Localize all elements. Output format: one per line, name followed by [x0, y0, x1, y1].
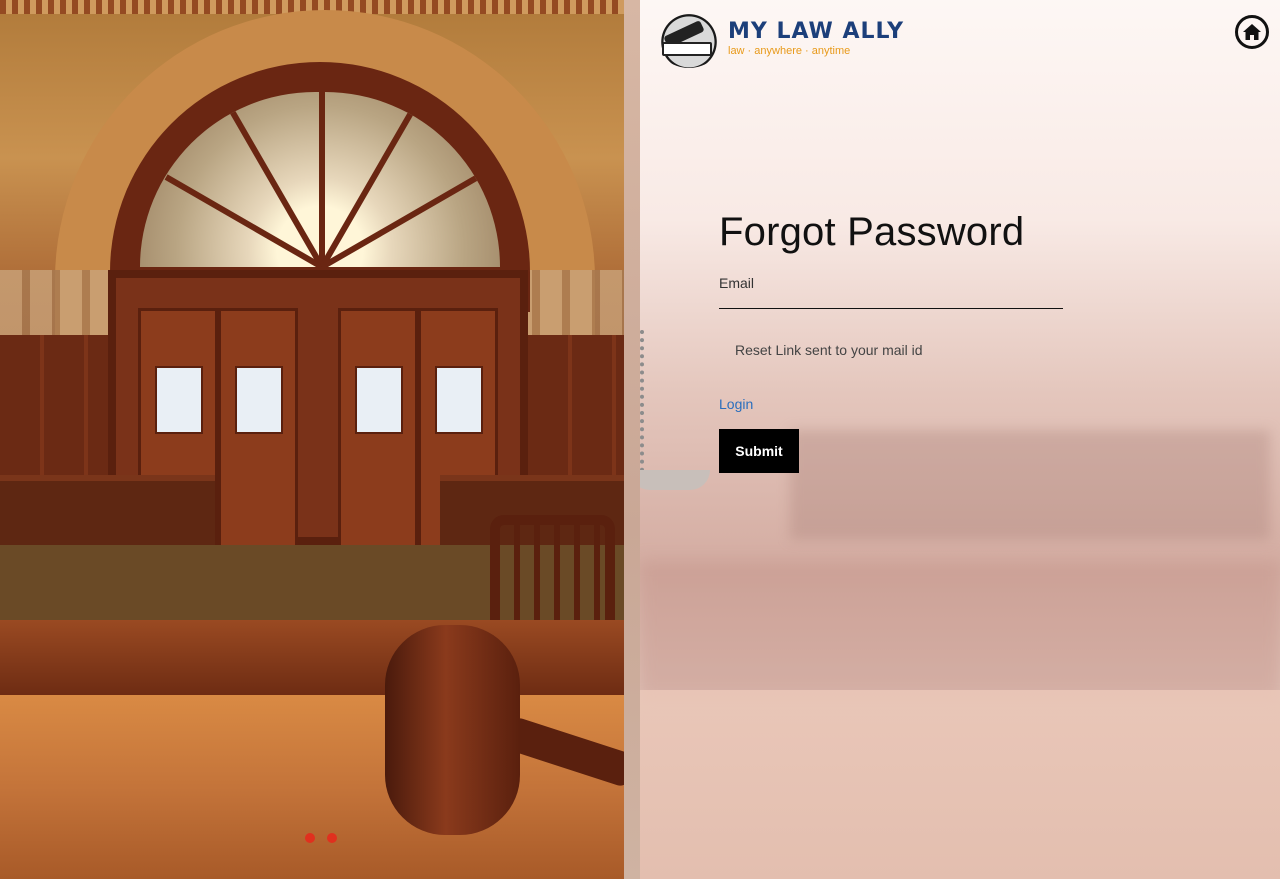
gavel-book-emblem-icon [656, 10, 722, 68]
pew-left [0, 475, 215, 545]
submit-button[interactable]: Submit [719, 429, 799, 473]
gavel-icon [385, 625, 520, 835]
carousel-dot-2[interactable] [327, 833, 337, 843]
carousel-dots [305, 833, 337, 843]
home-button[interactable] [1235, 15, 1269, 49]
judge-bench [0, 620, 624, 700]
scale-pan [640, 470, 710, 490]
email-field[interactable] [719, 291, 1063, 309]
background-desk [640, 690, 1280, 879]
forgot-password-panel: MY LAW ALLY law · anywhere · anytime For… [640, 0, 1280, 879]
login-link[interactable]: Login [719, 396, 753, 412]
background-blur [640, 560, 1280, 700]
email-label: Email [719, 275, 755, 291]
courtroom-hero-image [0, 0, 624, 879]
carousel-dot-1[interactable] [305, 833, 315, 843]
status-message: Reset Link sent to your mail id [735, 342, 923, 358]
brand-name: MY LAW ALLY [728, 19, 905, 44]
brand-logo[interactable]: MY LAW ALLY law · anywhere · anytime [656, 10, 904, 68]
brand-tagline: law · anywhere · anytime [728, 45, 851, 57]
page-title: Forgot Password [719, 210, 1025, 254]
scale-chain [640, 330, 670, 480]
panel-divider [624, 0, 640, 879]
forgot-password-form: Forgot Password Email Reset Link sent to… [719, 210, 1063, 473]
home-icon [1243, 24, 1261, 40]
